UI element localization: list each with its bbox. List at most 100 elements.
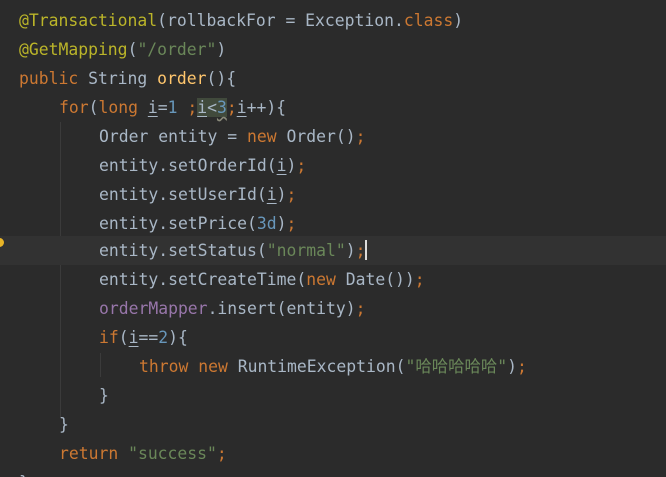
code-token: for — [59, 98, 89, 117]
code-token: ; — [296, 156, 307, 175]
code-token: 2 — [158, 328, 169, 347]
line-content: entity.setUserId(i); — [99, 180, 296, 209]
code-line[interactable]: orderMapper.insert(entity); — [0, 294, 666, 323]
code-line[interactable]: entity.setPrice(3d); — [0, 209, 666, 238]
code-token: ) — [276, 214, 287, 233]
code-token: order — [157, 69, 207, 88]
code-token: ; — [414, 270, 425, 289]
code-token: ; — [355, 299, 366, 318]
code-token: "哈哈哈哈哈" — [405, 357, 508, 376]
code-token: long — [98, 98, 148, 117]
line-content: throw new RuntimeException("哈哈哈哈哈"); — [139, 352, 527, 381]
code-line[interactable]: Order entity = new Order(); — [0, 122, 666, 151]
code-token: ) — [453, 11, 464, 30]
text-caret — [365, 240, 368, 260]
code-token: orderMapper — [99, 299, 208, 318]
code-token: new — [306, 270, 346, 289]
line-content: } — [99, 381, 109, 410]
code-token: ) — [276, 185, 287, 204]
code-token: i — [147, 98, 158, 117]
code-token: ; — [286, 214, 297, 233]
code-line[interactable]: for(long i=1 ;i<3;i++){ — [0, 93, 666, 122]
line-content: entity.setPrice(3d); — [99, 209, 296, 238]
code-token: i — [266, 185, 277, 204]
code-token: ) — [286, 156, 297, 175]
code-token: entity.setPrice( — [99, 214, 257, 233]
code-line[interactable]: @Transactional(rollbackFor = Exception.c… — [0, 6, 666, 35]
code-token: ++){ — [246, 98, 287, 117]
code-token: Order entity = — [99, 127, 248, 146]
code-token: @GetMapping — [19, 40, 128, 59]
code-token: "normal" — [266, 241, 346, 260]
line-content: for(long i=1 ;i<3;i++){ — [59, 93, 286, 122]
code-token: 1 — [167, 98, 188, 117]
code-token: throw — [139, 357, 199, 376]
code-token: i — [197, 98, 208, 117]
code-line[interactable]: if(i==2){ — [0, 323, 666, 352]
code-line[interactable]: public String order(){ — [0, 64, 666, 93]
line-content: Order entity = new Order(); — [99, 122, 365, 151]
code-token: ( — [127, 40, 138, 59]
code-token: Date()) — [345, 270, 415, 289]
code-line[interactable]: } — [0, 468, 666, 477]
code-token: entity.setUserId( — [99, 185, 267, 204]
code-token: ; — [355, 127, 366, 146]
code-token: ; — [226, 98, 237, 117]
line-content: } — [59, 410, 69, 439]
line-content: @GetMapping("/order") — [19, 35, 226, 64]
code-line[interactable]: entity.setOrderId(i); — [0, 151, 666, 180]
line-content: orderMapper.insert(entity); — [99, 294, 365, 323]
code-token: ( — [118, 328, 129, 347]
code-token: .insert(entity) — [207, 299, 356, 318]
line-content: if(i==2){ — [99, 323, 188, 352]
code-token: class — [403, 11, 454, 30]
code-token: new — [198, 357, 238, 376]
code-token: RuntimeException( — [237, 357, 406, 376]
code-token: ; — [517, 357, 527, 376]
code-token: i — [128, 328, 139, 347]
code-token: Order() — [286, 127, 356, 146]
code-line[interactable]: } — [0, 381, 666, 410]
line-content: entity.setCreateTime(new Date()); — [99, 265, 425, 294]
code-token: "/order" — [137, 40, 217, 59]
code-token: ; — [355, 241, 366, 260]
code-token: i — [276, 156, 287, 175]
code-editor[interactable]: @Transactional(rollbackFor = Exception.c… — [0, 0, 666, 477]
line-content: entity.setOrderId(i); — [99, 151, 306, 180]
code-token: String — [88, 69, 158, 88]
code-token: } — [19, 473, 29, 477]
code-line[interactable]: @GetMapping("/order") — [0, 35, 666, 64]
line-content: entity.setStatus("normal"); — [99, 236, 368, 265]
code-token: (rollbackFor = Exception. — [157, 11, 404, 30]
code-token: (){ — [206, 69, 237, 88]
code-line[interactable]: } — [0, 410, 666, 439]
code-token: "success" — [128, 444, 217, 463]
code-token: entity.setCreateTime( — [99, 270, 307, 289]
code-token: = — [157, 98, 168, 117]
code-token: entity.setOrderId( — [99, 156, 277, 175]
code-token: } — [59, 415, 69, 434]
code-line[interactable]: entity.setUserId(i); — [0, 180, 666, 209]
current-line[interactable]: entity.setStatus("normal"); — [0, 236, 666, 265]
code-token: return — [59, 444, 129, 463]
code-line[interactable]: entity.setCreateTime(new Date()); — [0, 265, 666, 294]
code-line[interactable]: throw new RuntimeException("哈哈哈哈哈"); — [0, 352, 666, 381]
line-content: } — [19, 468, 29, 477]
code-token: ; — [286, 185, 297, 204]
code-token: @Transactional — [19, 11, 158, 30]
code-token: i — [236, 98, 247, 117]
code-token: ; — [216, 444, 227, 463]
code-token: 3d — [256, 214, 277, 233]
code-token: ) — [345, 241, 356, 260]
code-token: ; — [187, 98, 198, 117]
code-token: ) — [507, 357, 518, 376]
code-token: ){ — [168, 328, 188, 347]
code-token: 3 — [216, 98, 227, 117]
code-token: } — [99, 386, 109, 405]
code-token: if — [99, 328, 119, 347]
code-token: < — [207, 98, 217, 117]
code-line[interactable]: return "success"; — [0, 439, 666, 468]
code-token: entity.setStatus( — [99, 241, 267, 260]
line-content: @Transactional(rollbackFor = Exception.c… — [19, 6, 463, 35]
line-content: return "success"; — [59, 439, 227, 468]
